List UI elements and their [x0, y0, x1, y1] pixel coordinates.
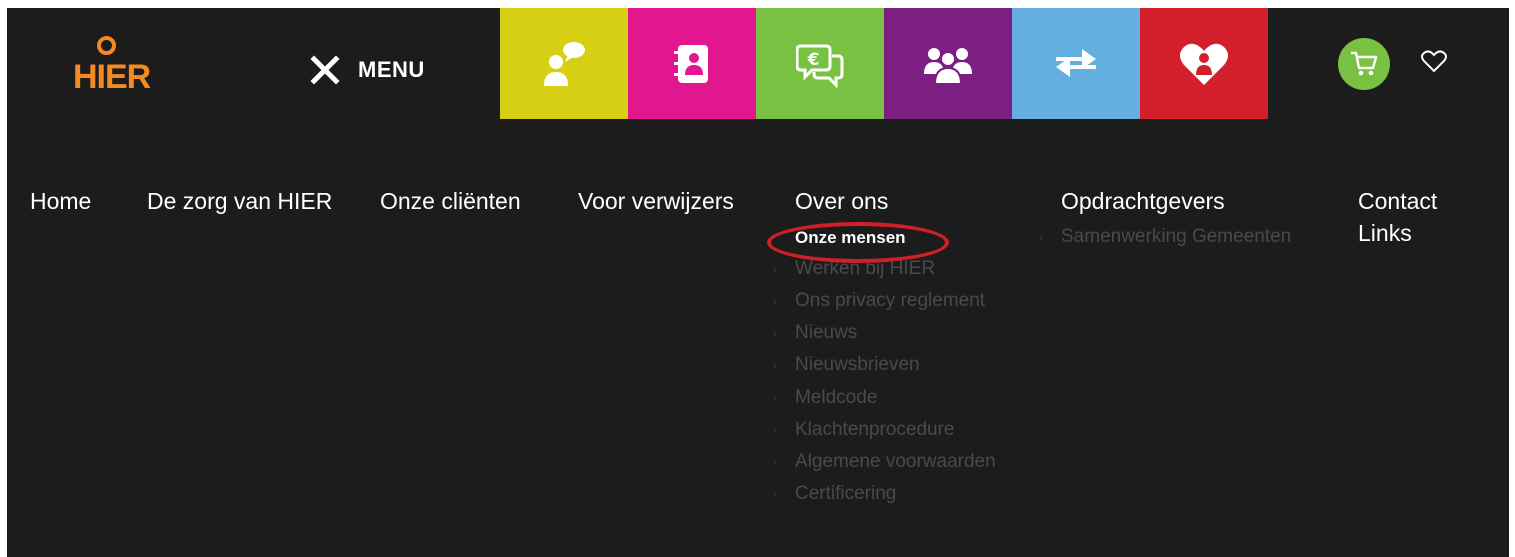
chevron-right-icon: ›	[773, 487, 777, 501]
cart-button[interactable]	[1338, 38, 1390, 90]
submenu-label: Ons privacy reglement	[795, 290, 986, 311]
submenu-label: Samenwerking Gemeenten	[1061, 226, 1292, 247]
category-tiles: €	[500, 8, 1268, 119]
chevron-right-icon: ›	[773, 294, 777, 308]
transfer-tile[interactable]	[1012, 8, 1140, 119]
nav-de-zorg-van-hier[interactable]: De zorg van HIER	[147, 188, 332, 215]
euro-chat-icon: €	[796, 44, 844, 88]
chevron-right-icon: ›	[773, 326, 777, 340]
chevron-right-icon: ›	[773, 262, 777, 276]
group-icon	[924, 47, 972, 84]
address-book-icon	[674, 44, 708, 83]
nav-voor-verwijzers[interactable]: Voor verwijzers	[578, 188, 734, 215]
contacts-tile[interactable]	[628, 8, 756, 119]
submenu-meldcode[interactable]: › Meldcode	[773, 387, 878, 409]
care-tile[interactable]	[1140, 8, 1268, 119]
hier-logo[interactable]: HIER	[71, 30, 171, 100]
submenu-label: Nieuws	[795, 322, 858, 343]
chevron-right-icon: ›	[1039, 230, 1043, 244]
chevron-right-icon: ›	[773, 358, 777, 372]
submenu-label: Klachtenprocedure	[795, 419, 955, 440]
arrows-icon	[1056, 48, 1096, 77]
chat-tile[interactable]	[500, 8, 628, 119]
submenu-samenwerking-gemeenten[interactable]: › Samenwerking Gemeenten	[1039, 226, 1292, 248]
nav-onze-clienten[interactable]: Onze cliënten	[380, 188, 521, 215]
page-frame: HIER MENU € Home De zorg van HIER Onze c…	[7, 8, 1509, 557]
chevron-right-icon: ›	[773, 391, 777, 405]
logo-ring-icon	[97, 36, 116, 55]
submenu-ons-privacy-reglement[interactable]: › Ons privacy reglement	[773, 290, 986, 312]
chevron-right-icon: ›	[773, 423, 777, 437]
submenu-nieuws[interactable]: › Nieuws	[773, 322, 858, 344]
heart-outline-icon	[1421, 50, 1447, 73]
nav-home[interactable]: Home	[30, 188, 91, 215]
nav-opdrachtgevers[interactable]: Opdrachtgevers	[1061, 188, 1225, 215]
submenu-algemene-voorwaarden[interactable]: › Algemene voorwaarden	[773, 451, 996, 473]
submenu-nieuwsbrieven[interactable]: › Nieuwsbrieven	[773, 354, 920, 376]
people-tile[interactable]	[884, 8, 1012, 119]
submenu-label: Meldcode	[795, 387, 878, 408]
submenu-label: Algemene voorwaarden	[795, 451, 996, 472]
submenu-label: Nieuwsbrieven	[795, 354, 920, 375]
close-icon	[310, 55, 340, 85]
svg-text:€: €	[807, 50, 820, 70]
highlight-annotation	[767, 222, 949, 263]
menu-label: MENU	[358, 57, 425, 82]
logo-text: HIER	[73, 58, 151, 96]
nav-links[interactable]: Links	[1358, 220, 1412, 247]
nav-contact[interactable]: Contact	[1358, 188, 1437, 215]
chat-person-icon	[544, 41, 585, 86]
shopping-cart-icon	[1351, 51, 1378, 76]
favorites-button[interactable]	[1420, 50, 1448, 79]
submenu-label: Certificering	[795, 483, 897, 504]
submenu-certificering[interactable]: › Certificering	[773, 483, 897, 505]
menu-toggle-button[interactable]: MENU	[310, 52, 425, 88]
costs-tile[interactable]: €	[756, 8, 884, 119]
nav-over-ons[interactable]: Over ons	[795, 188, 888, 215]
submenu-klachtenprocedure[interactable]: › Klachtenprocedure	[773, 419, 955, 441]
heart-person-icon	[1180, 43, 1228, 85]
chevron-right-icon: ›	[773, 455, 777, 469]
